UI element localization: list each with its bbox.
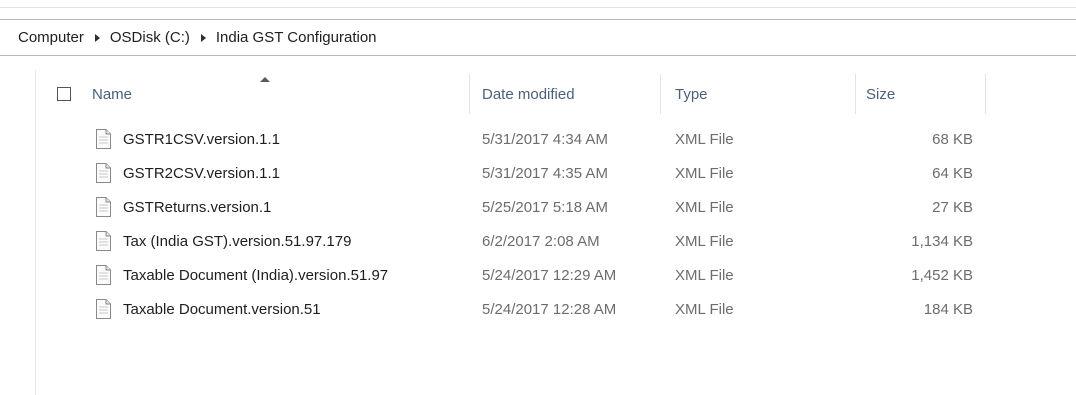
- file-size: 1,452 KB: [911, 266, 973, 284]
- breadcrumb-separator-icon[interactable]: [200, 33, 206, 42]
- document-icon: [96, 265, 111, 285]
- file-name-cell: Taxable Document (India).version.51.97: [36, 264, 470, 286]
- column-header-date-modified[interactable]: Date modified: [470, 74, 661, 114]
- file-row[interactable]: GSTReturns.version.1 5/25/2017 5:18 AM X…: [36, 190, 986, 224]
- file-name-cell: Taxable Document.version.51: [36, 298, 470, 320]
- file-size: 68 KB: [932, 130, 973, 148]
- file-name: Tax (India GST).version.51.97.179: [123, 232, 352, 250]
- breadcrumb-separator-icon[interactable]: [94, 33, 100, 42]
- file-date-modified: 6/2/2017 2:08 AM: [482, 232, 600, 250]
- file-row[interactable]: GSTR1CSV.version.1.1 5/31/2017 4:34 AM X…: [36, 122, 986, 156]
- document-icon: [96, 129, 111, 149]
- column-header-type-label: Type: [675, 85, 708, 103]
- file-name: GSTReturns.version.1: [123, 198, 272, 216]
- document-icon: [96, 197, 111, 217]
- column-header-type[interactable]: Type: [661, 74, 856, 114]
- column-header-row: Name Date modified Type Size: [36, 74, 986, 114]
- document-icon: [96, 231, 111, 251]
- file-date-modified: 5/31/2017 4:34 AM: [482, 130, 608, 148]
- breadcrumb-computer[interactable]: Computer: [18, 29, 84, 46]
- file-date-modified: 5/31/2017 4:35 AM: [482, 164, 608, 182]
- file-size: 27 KB: [932, 198, 973, 216]
- file-date-modified: 5/24/2017 12:29 AM: [482, 266, 617, 284]
- file-row[interactable]: Taxable Document.version.51 5/24/2017 12…: [36, 292, 986, 326]
- file-name: Taxable Document (India).version.51.97: [123, 266, 389, 284]
- file-size: 184 KB: [923, 300, 973, 318]
- file-type: XML File: [675, 164, 734, 182]
- file-name: GSTR1CSV.version.1.1: [123, 130, 281, 148]
- address-bar[interactable]: Computer OSDisk (C:) India GST Configura…: [0, 19, 1076, 56]
- file-date-modified: 5/24/2017 12:28 AM: [482, 300, 617, 318]
- file-list: GSTR1CSV.version.1.1 5/31/2017 4:34 AM X…: [36, 122, 986, 326]
- file-name: Taxable Document.version.51: [123, 300, 321, 318]
- file-size: 64 KB: [932, 164, 973, 182]
- file-date-modified: 5/25/2017 5:18 AM: [482, 198, 608, 216]
- select-all-checkbox[interactable]: [57, 87, 71, 101]
- column-header-name-label: Name: [92, 85, 133, 103]
- document-icon: [96, 163, 111, 183]
- breadcrumb-osdisk[interactable]: OSDisk (C:): [110, 29, 190, 46]
- column-header-size[interactable]: Size: [856, 74, 986, 114]
- file-row[interactable]: GSTR2CSV.version.1.1 5/31/2017 4:35 AM X…: [36, 156, 986, 190]
- file-type: XML File: [675, 232, 734, 250]
- file-name-cell: Tax (India GST).version.51.97.179: [36, 230, 470, 252]
- document-icon: [96, 299, 111, 319]
- sort-ascending-icon: [260, 77, 270, 82]
- file-name-cell: GSTReturns.version.1: [36, 196, 470, 218]
- file-row[interactable]: Tax (India GST).version.51.97.179 6/2/20…: [36, 224, 986, 258]
- file-type: XML File: [675, 300, 734, 318]
- file-type: XML File: [675, 130, 734, 148]
- breadcrumb-india-gst-configuration[interactable]: India GST Configuration: [216, 29, 377, 46]
- toolbar-divider: [0, 7, 1076, 8]
- file-row[interactable]: Taxable Document (India).version.51.97 5…: [36, 258, 986, 292]
- column-header-date-label: Date modified: [482, 85, 575, 103]
- column-header-name[interactable]: Name: [36, 74, 470, 114]
- column-header-size-label: Size: [866, 85, 896, 103]
- file-type: XML File: [675, 266, 734, 284]
- file-name-cell: GSTR2CSV.version.1.1: [36, 162, 470, 184]
- file-size: 1,134 KB: [911, 232, 973, 250]
- file-type: XML File: [675, 198, 734, 216]
- file-name: GSTR2CSV.version.1.1: [123, 164, 281, 182]
- file-name-cell: GSTR1CSV.version.1.1: [36, 128, 470, 150]
